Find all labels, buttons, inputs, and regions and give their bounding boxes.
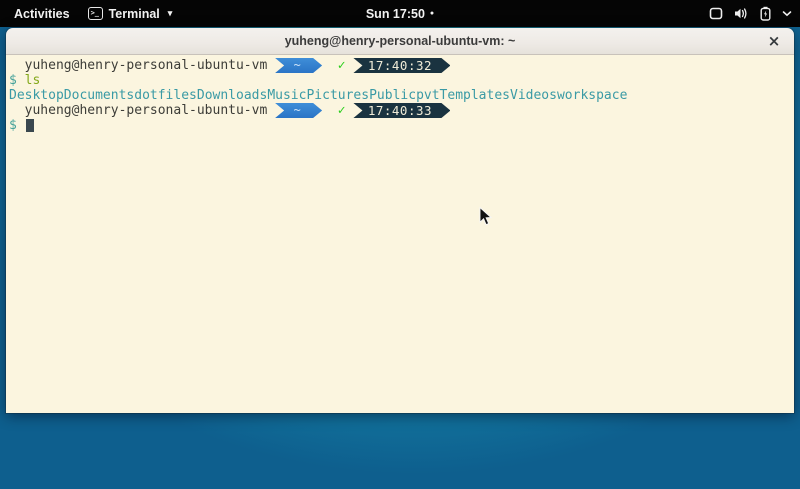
terminal-screen[interactable]: yuheng@henry-personal-ubuntu-vm ~ ✓ 17:4… [6,55,794,413]
dir-entry: Desktop [9,88,64,103]
cwd-label: ~ [294,58,301,73]
battery-charging-icon [760,6,771,21]
command-line: $ ls [9,73,794,88]
app-menu-terminal[interactable]: >_ Terminal ▾ [88,7,173,21]
notification-dot: ● [430,10,434,17]
status-check-icon: ✓ [338,103,346,118]
dir-entry: Documents [64,88,134,103]
prompt-user-host: yuheng@henry-personal-ubuntu-vm [25,103,268,118]
chevron-down-icon [782,10,792,17]
activities-button[interactable]: Activities [10,5,74,23]
prompt-indent [9,103,25,118]
powerline-cwd-segment: ~ [275,58,322,73]
cwd-label: ~ [294,103,301,118]
timestamp: 17:40:32 [368,58,432,73]
terminal-app-icon: >_ [88,7,103,20]
prompt-indent [9,58,25,73]
display-icon [709,7,723,20]
typed-command: ls [25,73,41,88]
prompt-line-1: yuheng@henry-personal-ubuntu-vm ~ ✓ 17:4… [9,58,794,73]
clock-label: Sun 17:50 [366,7,425,21]
system-tray[interactable] [709,0,792,27]
prompt-symbol: $ [9,118,25,133]
dir-entry: workspace [557,88,627,103]
input-line: $ [9,118,794,133]
close-icon[interactable]: × [765,32,783,50]
dir-entry: Pictures [306,88,369,103]
ls-output-line: Desktop Documents dotfiles Downloads Mus… [9,88,794,103]
powerline-time-segment: 17:40:33 [353,103,450,118]
app-menu-label: Terminal [109,7,160,21]
powerline-time-segment: 17:40:32 [353,58,450,73]
window-titlebar[interactable]: yuheng@henry-personal-ubuntu-vm: ~ × [6,28,794,55]
mouse-pointer-icon [479,207,492,231]
prompt-user-host: yuheng@henry-personal-ubuntu-vm [25,58,268,73]
dir-entry: Templates [440,88,510,103]
dir-entry: pvt [416,88,439,103]
terminal-cursor [26,119,34,132]
prompt-line-2: yuheng@henry-personal-ubuntu-vm ~ ✓ 17:4… [9,103,794,118]
dir-entry: dotfiles [134,88,197,103]
status-check-icon: ✓ [338,58,346,73]
prompt-symbol: $ [9,73,25,88]
dir-entry: Downloads [197,88,267,103]
chevron-down-icon: ▾ [168,8,173,19]
top-bar: Activities >_ Terminal ▾ Sun 17:50 ● [0,0,800,27]
dir-entry: Videos [510,88,557,103]
window-title: yuheng@henry-personal-ubuntu-vm: ~ [285,34,516,48]
volume-icon [734,7,749,20]
terminal-window: yuheng@henry-personal-ubuntu-vm: ~ × yuh… [6,28,794,413]
timestamp: 17:40:33 [368,103,432,118]
powerline-cwd-segment: ~ [275,103,322,118]
dir-entry: Music [267,88,306,103]
dir-entry: Public [369,88,416,103]
